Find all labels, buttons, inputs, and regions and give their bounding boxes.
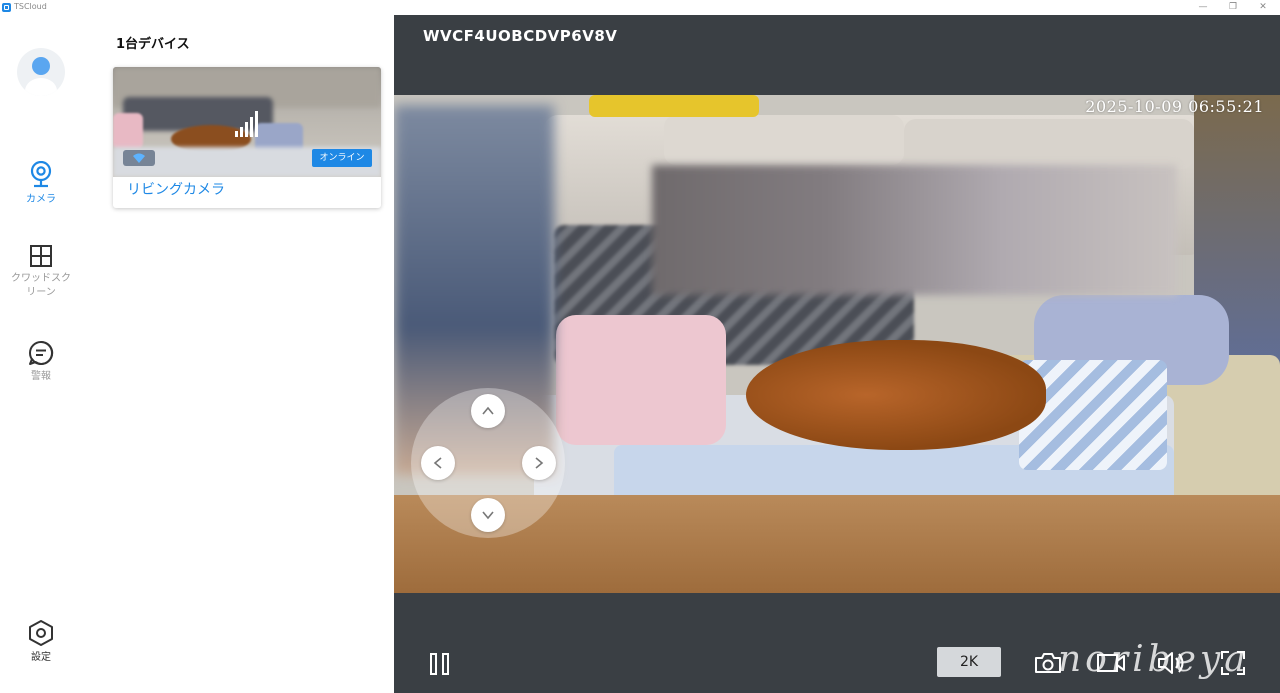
ptz-left-button[interactable] bbox=[421, 446, 455, 480]
chevron-left-icon bbox=[433, 457, 442, 469]
sidebar-item-alarm[interactable]: 警報 bbox=[0, 340, 82, 384]
sidebar-item-label: 設定 bbox=[31, 652, 51, 663]
message-icon bbox=[29, 340, 54, 365]
ptz-right-button[interactable] bbox=[522, 446, 556, 480]
video-timestamp: 2025-10-09 06:55:21 bbox=[1085, 97, 1264, 116]
wifi-icon bbox=[133, 153, 145, 163]
control-bar: 2K noribeya bbox=[394, 633, 1280, 693]
sidebar-item-label: クワッドスクリーン bbox=[11, 273, 71, 298]
resolution-button[interactable]: 2K bbox=[937, 647, 1001, 677]
sidebar-item-settings[interactable]: 設定 bbox=[0, 619, 82, 665]
wifi-badge bbox=[123, 150, 155, 166]
sidebar: カメラ クワッドスクリーン 警報 設定 bbox=[0, 15, 82, 693]
chevron-right-icon bbox=[535, 457, 544, 469]
device-thumbnail: オンライン bbox=[113, 67, 381, 177]
device-card[interactable]: オンライン リビングカメラ bbox=[113, 67, 381, 208]
device-name: リビングカメラ bbox=[127, 182, 225, 198]
title-bar: TSCloud — ❐ ✕ bbox=[0, 0, 1280, 15]
ptz-control bbox=[411, 388, 565, 538]
sidebar-item-camera[interactable]: カメラ bbox=[0, 161, 82, 207]
ptz-down-button[interactable] bbox=[471, 498, 505, 532]
device-list-panel: 1台デバイス オンライン リビングカメラ bbox=[82, 15, 394, 693]
sidebar-item-quad-screen[interactable]: クワッドスクリーン bbox=[0, 244, 82, 300]
pause-icon[interactable] bbox=[428, 652, 452, 676]
chevron-down-icon bbox=[482, 511, 494, 520]
app-title: TSCloud bbox=[14, 2, 47, 11]
status-badge: オンライン bbox=[312, 149, 372, 167]
watermark-text: noribeya bbox=[1058, 639, 1250, 680]
minimize-button[interactable]: — bbox=[1188, 0, 1218, 15]
ptz-up-button[interactable] bbox=[471, 394, 505, 428]
settings-hex-icon bbox=[29, 620, 53, 646]
device-count-header: 1台デバイス bbox=[116, 37, 190, 52]
signal-strength-icon bbox=[235, 111, 258, 137]
chevron-up-icon bbox=[482, 406, 494, 415]
restore-button[interactable]: ❐ bbox=[1218, 0, 1248, 15]
device-id-title: WVCF4UOBCDVP6V8V bbox=[423, 27, 618, 45]
sidebar-item-label: カメラ bbox=[26, 194, 56, 205]
sidebar-item-label: 警報 bbox=[31, 371, 51, 382]
avatar[interactable] bbox=[17, 48, 65, 96]
close-button[interactable]: ✕ bbox=[1248, 0, 1278, 15]
video-player: WVCF4UOBCDVP6V8V 2025-10-09 06:55:21 2K … bbox=[394, 15, 1280, 693]
camera-icon bbox=[30, 161, 52, 188]
grid-icon bbox=[30, 245, 52, 267]
app-logo-icon bbox=[2, 3, 11, 12]
